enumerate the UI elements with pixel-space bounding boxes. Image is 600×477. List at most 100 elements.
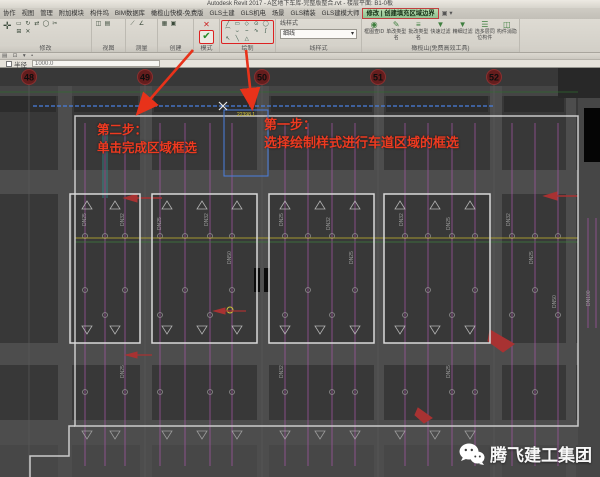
panel-modify: ✛ ▭ ↻ ⇄ ◯ ✂ ⊞ ✕ 修改: [0, 19, 92, 53]
chevron-down-icon: ▾: [351, 30, 354, 38]
panel-create: ▦ ▣ 创建: [158, 19, 194, 53]
svg-text:51: 51: [373, 73, 383, 83]
draw-arc-icon[interactable]: ⌒: [223, 28, 233, 35]
svg-text:52: 52: [489, 73, 499, 83]
gls-multi-level-select-button[interactable]: ☰ 选多层同位构件: [474, 20, 496, 45]
gls-quick-filter-button[interactable]: ▼ 快速过滤: [429, 20, 451, 45]
create-assembly-icon[interactable]: ▣: [169, 20, 178, 28]
radius-checkbox[interactable]: [6, 61, 12, 67]
annotation-step-2: 第二步： 单击完成区域框选: [97, 121, 197, 157]
quick-toolstrip: ▤ ⊡ ▾ •: [0, 53, 600, 60]
svg-text:DN32: DN32: [399, 213, 405, 226]
svg-text:DN50: DN50: [552, 295, 558, 308]
draw-fillet-arc-icon[interactable]: ʃ: [261, 28, 271, 35]
grid-bubble-50: 50: [255, 70, 270, 85]
draw-pick-edge-icon[interactable]: ╲: [233, 36, 243, 43]
grid-bubble-48: 48: [22, 70, 37, 85]
draw-rectangle-icon[interactable]: ▭: [233, 21, 243, 28]
tab-gls-free[interactable]: 橄榄山快模-免费版: [148, 8, 206, 19]
modify-circle-icon[interactable]: ◯: [41, 20, 50, 28]
tab-collaborate[interactable]: 协作: [0, 8, 19, 19]
tab-overflow-icon[interactable]: ▣ ▾: [439, 8, 456, 19]
browser-icon[interactable]: ▤: [2, 53, 7, 59]
ribbon: ✛ ▭ ↻ ⇄ ◯ ✂ ⊞ ✕ 修改 ◫ ▤ 视图 ⟋ ∠ 测量 ▦ ▣ 创建: [0, 19, 600, 53]
panel-draw-label: 绘制: [220, 45, 275, 53]
watermark: 腾飞建工集团: [459, 441, 592, 466]
draw-tangent-arc-icon[interactable]: ⌢: [242, 28, 252, 35]
create-group-icon[interactable]: ▦: [160, 20, 169, 28]
panel-create-label: 创建: [158, 45, 193, 53]
gls-batch-rename-button[interactable]: ≡ 批改类型名: [407, 20, 429, 45]
svg-text:DN32: DN32: [326, 217, 332, 230]
panel-line-style-label: 线样式: [276, 45, 361, 53]
gls-rename-type-button[interactable]: ✎ 单改类型名: [385, 20, 407, 45]
svg-text:DN32: DN32: [204, 213, 210, 226]
tab-scene[interactable]: 场景: [269, 8, 288, 19]
measure-angle-icon[interactable]: ∠: [137, 20, 146, 28]
ribbon-filler: [520, 19, 600, 52]
draw-tools-group: ╱ ▭ ◇ ⊙ ◯ ⌒ ⌣ ⌢ ∿ ʃ ↖ ╲ △: [221, 20, 274, 44]
panel-mode-label: 模式: [194, 45, 219, 53]
svg-text:DN100: DN100: [586, 290, 592, 306]
wechat-icon: [459, 443, 485, 465]
modify-move-icon[interactable]: ✛: [0, 19, 12, 32]
modify-rotate-icon[interactable]: ↻: [23, 20, 32, 28]
draw-circumscribed-polygon-icon[interactable]: ⊙: [252, 21, 262, 28]
svg-text:DN25: DN25: [157, 217, 163, 230]
draw-polygon-icon[interactable]: ◇: [242, 21, 252, 28]
tab-component[interactable]: 构件坞: [87, 8, 112, 19]
modify-mirror-icon[interactable]: ⇄: [32, 20, 41, 28]
tab-gls-structure[interactable]: GLS土建: [206, 8, 237, 19]
draw-endpoint-arc-icon[interactable]: ⌣: [233, 28, 243, 35]
line-style-dropdown[interactable]: 细线 ▾: [280, 29, 357, 39]
window-title: Autodesk Revit 2017 - A区地下车库-完整版整合.rvt -…: [0, 0, 600, 8]
panel-draw: ╱ ▭ ◇ ⊙ ◯ ⌒ ⌣ ⌢ ∿ ʃ ↖ ╲ △ 绘制: [220, 19, 276, 53]
modify-delete-icon[interactable]: ✕: [23, 28, 32, 36]
finish-sketch-button[interactable]: ✔: [199, 30, 213, 44]
line-style-field-label: 线样式: [276, 19, 361, 28]
panel-gls-label: 橄榄山(免费高效工具): [362, 45, 519, 53]
svg-text:48: 48: [24, 73, 34, 83]
svg-text:DN32: DN32: [120, 213, 126, 226]
tab-gls-master[interactable]: GLS建模大师: [319, 8, 363, 19]
draw-triangle-icon[interactable]: △: [242, 36, 252, 43]
draw-circle-icon[interactable]: ◯: [261, 21, 271, 28]
gls-hide-component-button[interactable]: ◫ 构件消隐: [496, 20, 518, 45]
grid-bubble-52: 52: [487, 70, 502, 85]
radius-checkbox-label: 半径: [14, 59, 27, 69]
panel-view-label: 视图: [92, 45, 125, 53]
measure-ruler-icon[interactable]: ⟋: [128, 20, 137, 28]
tab-view[interactable]: 视图: [19, 8, 38, 19]
panel-gls-tools: ◉ 框图查ID ✎ 单改类型名 ≡ 批改类型名 ▼ 快速过滤 ▼ 精细过滤 ☰ …: [362, 19, 520, 53]
line-style-selected: 细线: [283, 30, 295, 38]
tab-bim-db[interactable]: BIM数据库: [112, 8, 148, 19]
gls-fine-filter-button[interactable]: ▼ 精细过滤: [452, 20, 474, 45]
tab-modify-contextual[interactable]: 修改 | 创建填充区域边界: [362, 8, 438, 19]
panel-view: ◫ ▤ 视图: [92, 19, 126, 53]
cancel-sketch-button[interactable]: ✕: [203, 20, 210, 29]
modify-trim-icon[interactable]: ✂: [50, 20, 59, 28]
svg-text:DN25: DN25: [82, 213, 88, 226]
modify-rect-icon[interactable]: ▭: [14, 20, 23, 28]
svg-text:DN25: DN25: [446, 217, 452, 230]
dot-icon: •: [31, 53, 33, 59]
view-window-icon[interactable]: ◫: [94, 20, 103, 28]
svg-text:DN50: DN50: [227, 251, 233, 264]
panel-modify-label: 修改: [0, 45, 91, 53]
watermark-text: 腾飞建工集团: [490, 441, 592, 466]
modify-array-icon[interactable]: ⊞: [14, 28, 23, 36]
dimension-label: 22398.1: [237, 112, 255, 118]
tab-addins[interactable]: 附加模块: [56, 8, 87, 19]
radius-value-input[interactable]: [32, 60, 160, 67]
panel-measure: ⟋ ∠ 测量: [126, 19, 158, 53]
tab-manage[interactable]: 管理: [37, 8, 56, 19]
tab-gls-mep[interactable]: GLS机电: [238, 8, 269, 19]
draw-pick-lines-icon[interactable]: ↖: [223, 36, 233, 43]
panel-line-style: 线样式 细线 ▾ 线样式: [276, 19, 362, 53]
view-list-icon[interactable]: ▤: [103, 20, 112, 28]
tab-gls-finish[interactable]: GLS精装: [287, 8, 318, 19]
gls-query-id-button[interactable]: ◉ 框图查ID: [363, 20, 385, 45]
draw-spline-icon[interactable]: ∿: [252, 28, 262, 35]
svg-text:DN32: DN32: [279, 365, 285, 378]
svg-text:DN32: DN32: [506, 213, 512, 226]
